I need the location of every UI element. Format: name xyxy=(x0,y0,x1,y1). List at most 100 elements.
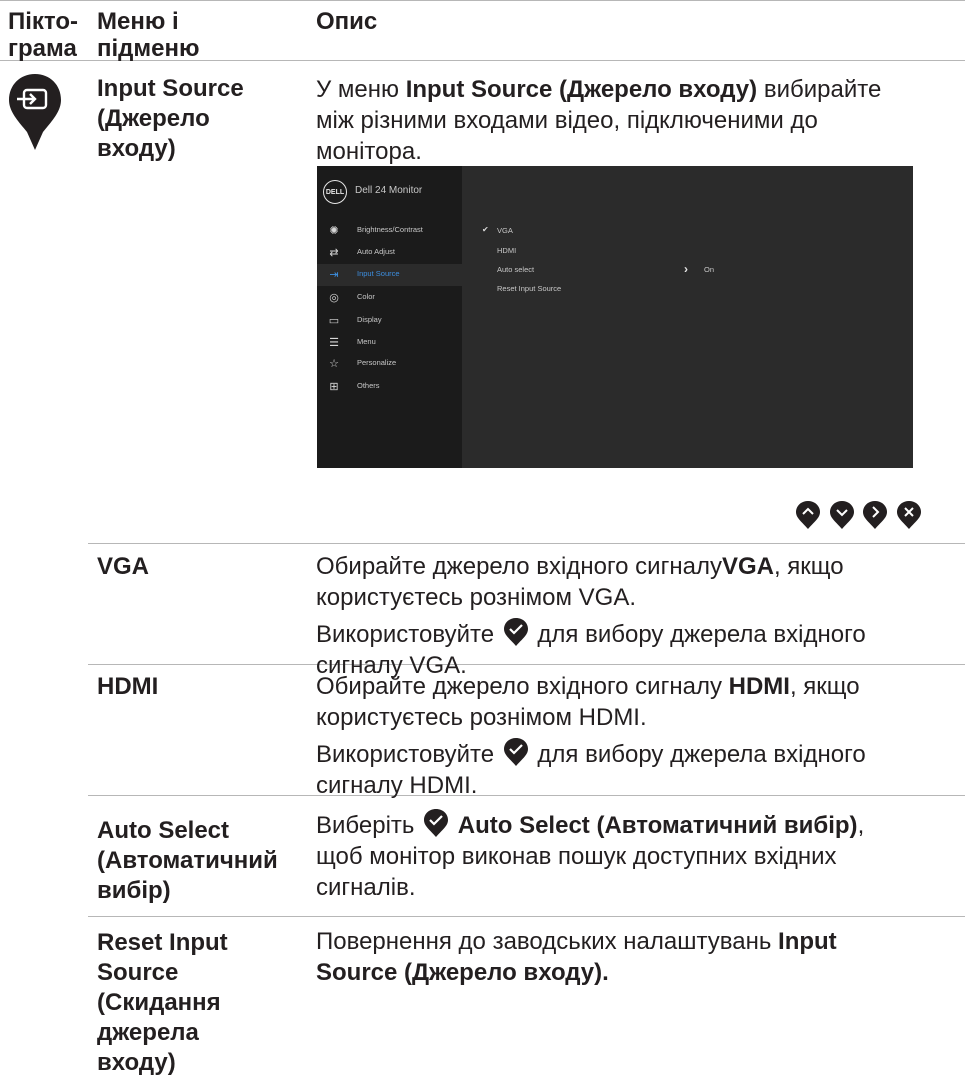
osd-title: Dell 24 Monitor xyxy=(355,185,423,196)
auto-name-line2: (Автоматичний xyxy=(97,847,278,874)
osd-menu-others: ⊞ Others xyxy=(317,376,462,398)
header-pictogram-line2: грама xyxy=(8,35,77,62)
osd-menu-personalize: ☆ Personalize xyxy=(317,353,462,375)
rule-vga xyxy=(88,543,965,544)
osd-auto-select-value: On xyxy=(704,265,715,274)
close-button-icon xyxy=(897,501,921,529)
osd-menu-label: Personalize xyxy=(357,358,397,367)
check-icon: ✔ xyxy=(482,225,489,234)
vga-desc-post: , якщо xyxy=(773,553,844,580)
vga-row-name: VGA xyxy=(97,553,150,580)
header-pictogram-line1: Пікто- xyxy=(8,8,79,35)
auto-name-line1: Auto Select xyxy=(97,817,230,844)
header-menu-line2: підменю xyxy=(97,35,200,62)
reset-name-line1: Reset Input xyxy=(97,929,228,956)
hdmi-row-description: Обирайте джерело вхідного сигналу HDMI, … xyxy=(316,671,956,801)
vga-desc-use-post: для вибору джерела вхідного xyxy=(537,621,866,648)
osd-option-vga: VGA xyxy=(497,226,513,235)
main-item-name: Input Source (Джерело входу) xyxy=(97,74,244,164)
main-item-name-line3: входу) xyxy=(97,135,176,162)
auto-desc-pre: Виберіть xyxy=(316,812,415,839)
auto-desc-line3: сигналів. xyxy=(316,874,416,901)
hdmi-desc-line2: користуєтесь рознімом HDMI. xyxy=(316,704,647,731)
reset-desc-bold1: Input xyxy=(778,928,837,955)
brightness-icon: ✺ xyxy=(329,225,339,237)
chevron-right-icon: › xyxy=(684,262,688,276)
hdmi-row-name: HDMI xyxy=(97,673,159,700)
header-menu-line1: Меню і xyxy=(97,8,179,35)
vga-row-description: Обирайте джерело вхідного сигналуVGA, як… xyxy=(316,551,956,681)
reset-desc-bold2: Source (Джерело входу). xyxy=(316,959,609,986)
osd-menu-label: Brightness/Contrast xyxy=(357,225,423,234)
osd-menu-menu: ☰ Menu xyxy=(317,332,462,354)
auto-name-line3: вибір) xyxy=(97,877,171,904)
osd-option-hdmi: HDMI xyxy=(497,246,517,255)
auto-desc-post: , xyxy=(857,812,865,839)
osd-option-auto-select: Auto select xyxy=(497,265,535,274)
dell-logo: DELL xyxy=(323,180,347,204)
hdmi-desc-use-post: для вибору джерела вхідного xyxy=(537,741,866,768)
main-item-name-line2: (Джерело xyxy=(97,105,210,132)
up-button-icon xyxy=(796,501,820,529)
main-desc-post: вибирайте xyxy=(757,76,882,103)
hdmi-desc-pre: Обирайте джерело вхідного сигналу xyxy=(316,673,729,700)
header-description: Опис xyxy=(316,8,378,35)
osd-menu-label: Input Source xyxy=(357,269,400,278)
auto-select-row-description: Виберіть Auto Select (Автоматичний вибір… xyxy=(316,808,961,903)
auto-desc-bold: Auto Select (Автоматичний вибір) xyxy=(457,812,858,839)
hdmi-desc-line4: сигналу HDMI. xyxy=(316,772,478,799)
reset-name-line4: джерела xyxy=(97,1019,199,1046)
check-button-icon xyxy=(503,618,528,646)
input-source-icon xyxy=(9,74,61,150)
check-button-icon xyxy=(503,738,528,766)
osd-screenshot: DELL Dell 24 Monitor ✺ Brightness/Contra… xyxy=(317,166,913,468)
main-desc-line3: монітора. xyxy=(316,138,422,165)
osd-menu-brightness: ✺ Brightness/Contrast xyxy=(317,220,462,242)
reset-name-line3: (Скидання xyxy=(97,989,221,1016)
input-source-icon: ⇥ xyxy=(329,269,339,281)
right-button-icon xyxy=(863,501,887,529)
personalize-icon: ☆ xyxy=(329,358,339,370)
osd-menu-label: Display xyxy=(357,315,382,324)
main-desc-pre: У меню xyxy=(316,76,406,103)
auto-adjust-icon: ⇄ xyxy=(329,247,339,259)
main-desc-line2: між різними входами відео, підключеними … xyxy=(316,107,818,134)
osd-option-reset: Reset Input Source xyxy=(497,284,562,293)
rule-top xyxy=(0,0,965,1)
main-desc-bold: Input Source (Джерело входу) xyxy=(405,76,758,103)
osd-menu-auto-adjust: ⇄ Auto Adjust xyxy=(317,242,462,264)
menu-icon: ☰ xyxy=(329,337,339,349)
osd-menu-color: ◎ Color xyxy=(317,287,462,309)
check-button-icon xyxy=(424,809,449,837)
reset-row-description: Повернення до заводських налаштувань Inp… xyxy=(316,926,956,988)
color-icon: ◎ xyxy=(329,292,339,304)
down-button-icon xyxy=(830,501,854,529)
reset-row-name: Reset Input Source (Скидання джерела вхо… xyxy=(97,928,228,1078)
header-pictogram: Пікто- грама xyxy=(8,8,78,62)
vga-desc-pre: Обирайте джерело вхідного сигналу xyxy=(316,553,722,580)
reset-name-line2: Source xyxy=(97,959,179,986)
vga-desc-bold: VGA xyxy=(721,553,774,580)
osd-menu-label: Others xyxy=(357,381,380,390)
auto-desc-line2: щоб монітор виконав пошук доступних вхід… xyxy=(316,843,837,870)
main-item-name-line1: Input Source xyxy=(97,75,244,102)
reset-desc-pre: Повернення до заводських налаштувань xyxy=(316,928,779,955)
hdmi-desc-bold: HDMI xyxy=(728,673,790,700)
vga-desc-line2: користуєтесь рознімом VGA. xyxy=(316,584,637,611)
display-icon: ▭ xyxy=(328,315,340,327)
hdmi-desc-post: , якщо xyxy=(789,673,860,700)
osd-menu-display: ▭ Display xyxy=(317,310,462,332)
auto-select-row-name: Auto Select (Автоматичний вибір) xyxy=(97,816,278,906)
header-menu: Меню і підменю xyxy=(97,8,200,62)
main-item-description: У меню Input Source (Джерело входу) виби… xyxy=(316,74,956,167)
osd-menu-label: Menu xyxy=(357,337,376,346)
osd-menu-label: Color xyxy=(357,292,375,301)
others-icon: ⊞ xyxy=(329,381,339,393)
reset-name-line5: входу) xyxy=(97,1049,176,1076)
rule-reset xyxy=(88,916,965,917)
hdmi-desc-use: Використовуйте xyxy=(316,741,495,768)
vga-desc-use: Використовуйте xyxy=(316,621,495,648)
osd-menu-input-source: ⇥ Input Source xyxy=(317,264,462,286)
osd-menu-label: Auto Adjust xyxy=(357,247,395,256)
osd-sidebar: DELL Dell 24 Monitor ✺ Brightness/Contra… xyxy=(317,166,462,468)
